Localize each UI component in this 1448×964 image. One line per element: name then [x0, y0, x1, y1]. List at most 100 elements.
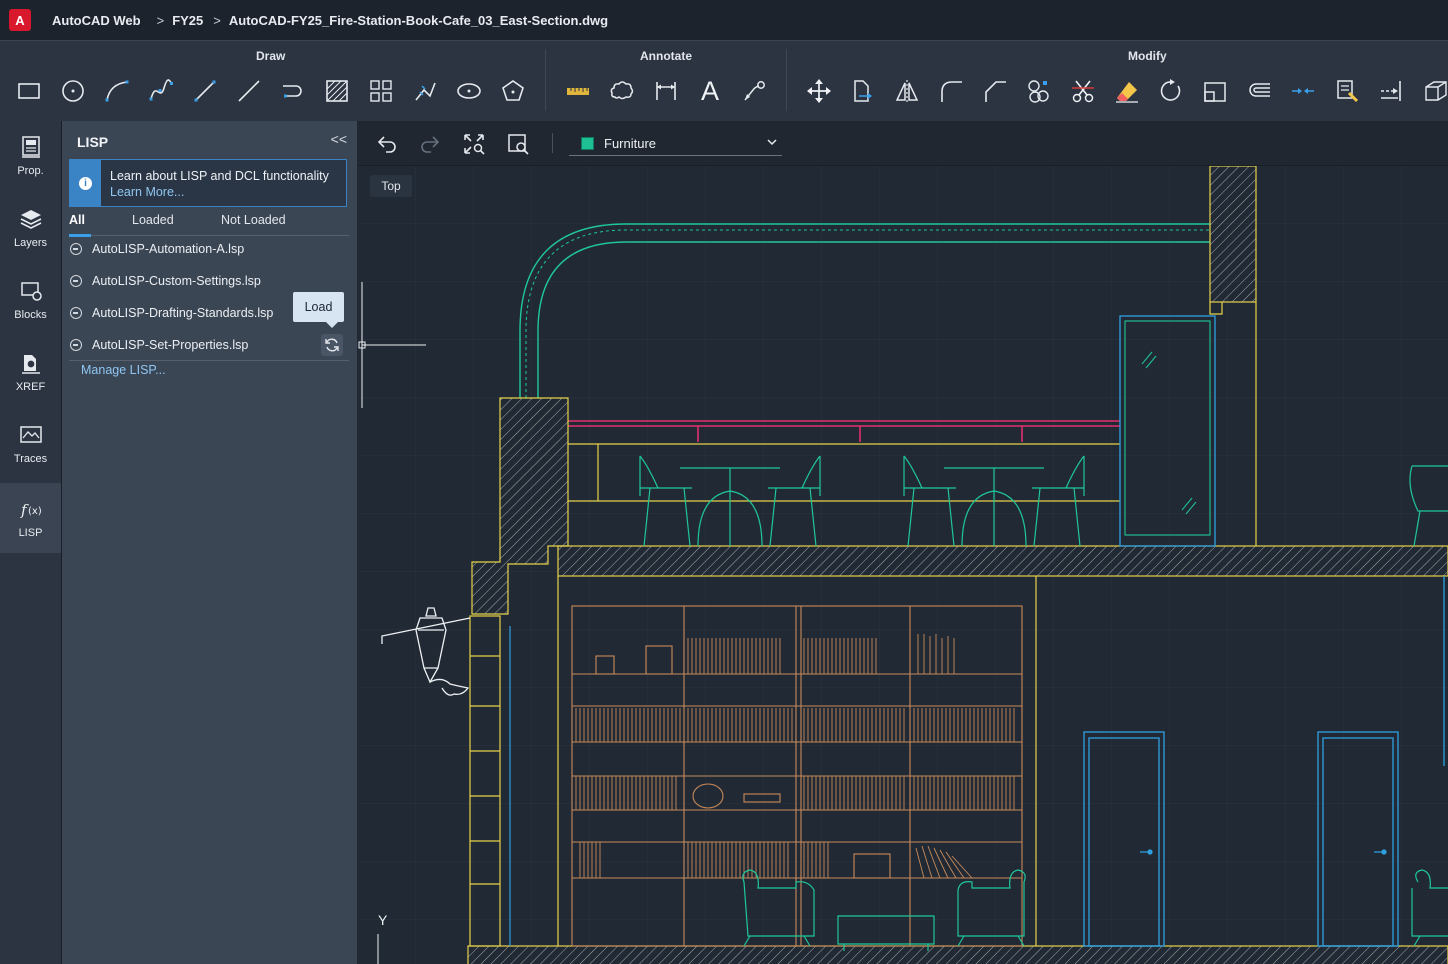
ribbon-divider — [545, 49, 546, 111]
undo-icon[interactable] — [374, 131, 400, 157]
xref-icon — [21, 355, 40, 374]
hatch-icon[interactable] — [323, 77, 351, 105]
list-item[interactable]: AutoLISP-Set-Properties.lsp — [69, 330, 349, 360]
scale-icon[interactable] — [1201, 77, 1229, 105]
spline-icon[interactable] — [147, 77, 175, 105]
properties-icon — [21, 136, 40, 158]
filter-tabs: All Loaded Not Loaded — [69, 213, 349, 237]
floor-slab — [557, 545, 1448, 577]
current-layer-name: Furniture — [604, 135, 657, 151]
text-icon[interactable]: A — [696, 76, 724, 106]
load-tooltip: Load — [293, 292, 344, 328]
copy-icon[interactable] — [849, 77, 877, 105]
info-banner: i Learn about LISP and DCL functionality… — [69, 159, 347, 207]
sidebar-item-xref[interactable]: XREF — [0, 337, 61, 407]
zoom-extents-icon[interactable] — [461, 131, 487, 157]
learn-more-link[interactable]: Learn More... — [110, 184, 329, 200]
dimension-icon[interactable] — [652, 77, 680, 105]
layer-color-swatch — [581, 136, 594, 150]
sidebar-item-traces[interactable]: Traces — [0, 409, 61, 479]
breadcrumb-folder[interactable]: FY25 — [172, 13, 203, 28]
measure-icon[interactable] — [564, 77, 592, 105]
move-icon[interactable] — [805, 77, 833, 105]
extend-icon[interactable] — [1377, 77, 1405, 105]
toolbar-divider — [552, 133, 553, 153]
tab-all[interactable]: All — [69, 213, 85, 227]
polyline-icon[interactable] — [235, 77, 263, 105]
traces-icon — [19, 426, 42, 443]
array-icon[interactable] — [367, 77, 395, 105]
hatched-column-top — [1209, 166, 1257, 303]
lisp-panel: LISP << i Learn about LISP and DCL funct… — [62, 121, 357, 964]
lisp-file-name: AutoLISP-Custom-Settings.lsp — [92, 274, 261, 288]
revision-cloud-icon[interactable] — [608, 77, 636, 105]
sidebar-item-label: Blocks — [14, 309, 47, 321]
offset-icon[interactable] — [1245, 77, 1273, 105]
breadcrumb-app[interactable]: AutoCAD Web — [52, 13, 141, 28]
line-icon[interactable] — [191, 77, 219, 105]
unloaded-status-icon — [70, 243, 82, 255]
ribbon-group-draw: Draw — [256, 49, 286, 63]
view-cube-label[interactable]: Top — [370, 175, 412, 197]
sidebar-item-blocks[interactable]: Blocks — [0, 265, 61, 335]
reload-icon — [325, 338, 339, 352]
mirror-icon[interactable] — [893, 77, 921, 105]
rotate-icon[interactable] — [1157, 77, 1185, 105]
ribbon-group-modify: Modify — [1128, 49, 1167, 63]
panel-title: LISP — [77, 134, 109, 150]
info-text: Learn about LISP and DCL functionality — [110, 169, 329, 183]
list-item[interactable]: AutoLISP-Automation-A.lsp — [69, 234, 349, 264]
join-icon[interactable] — [1025, 77, 1053, 105]
lisp-file-name: AutoLISP-Automation-A.lsp — [92, 242, 245, 256]
canvas-toolbar: Furniture — [358, 121, 1448, 166]
breadcrumb-separator-icon: > — [213, 12, 221, 28]
ground-slab — [467, 945, 1448, 964]
cad-drawing — [358, 166, 1448, 964]
collapse-panel-icon[interactable]: << — [331, 131, 347, 147]
redo-icon[interactable] — [417, 131, 443, 157]
sidebar-item-layers[interactable]: Layers — [0, 193, 61, 263]
breadcrumb-separator-icon: > — [156, 12, 165, 28]
rectangle-icon[interactable] — [15, 77, 43, 105]
layer-dropdown[interactable]: Furniture — [569, 131, 782, 156]
unloaded-status-icon — [70, 275, 82, 287]
polygon-icon[interactable] — [499, 77, 527, 105]
polyline-arc-icon[interactable] — [279, 77, 307, 105]
lisp-icon: f (x) — [20, 501, 42, 519]
svg-text:(x): (x) — [28, 506, 42, 517]
3d-box-icon[interactable] — [1421, 77, 1448, 105]
lisp-file-name: AutoLISP-Drafting-Standards.lsp — [92, 306, 274, 320]
zoom-window-icon[interactable] — [505, 131, 531, 157]
leader-icon[interactable] — [740, 77, 768, 105]
load-button[interactable] — [321, 334, 343, 356]
chamfer-icon[interactable] — [981, 77, 1009, 105]
ribbon: Draw Annotate Modify A — [0, 40, 1448, 122]
tab-not-loaded[interactable]: Not Loaded — [221, 213, 286, 227]
unloaded-status-icon — [70, 307, 82, 319]
info-icon: i — [70, 160, 101, 206]
fillet-icon[interactable] — [937, 77, 965, 105]
ucs-y-axis-label: Y — [378, 912, 388, 928]
ribbon-group-annotate: Annotate — [640, 49, 692, 63]
circle-icon[interactable] — [59, 77, 87, 105]
sidebar-item-lisp[interactable]: f (x) LISP — [0, 483, 61, 553]
sidebar-item-label: Layers — [13, 237, 48, 249]
sidebar-item-label: Prop. — [17, 165, 44, 177]
autocad-logo-icon[interactable]: A — [9, 9, 31, 31]
layers-icon — [20, 210, 41, 229]
ellipse-icon[interactable] — [455, 77, 483, 105]
polyline-edit-icon[interactable] — [411, 77, 439, 105]
list-divider — [69, 360, 349, 361]
match-properties-icon[interactable] — [1333, 77, 1361, 105]
trim-icon[interactable] — [1069, 77, 1097, 105]
drawing-canvas[interactable]: Top Y — [358, 166, 1448, 964]
break-icon[interactable] — [1289, 77, 1317, 105]
erase-icon[interactable] — [1113, 77, 1141, 105]
sidebar-item-properties[interactable]: Prop. — [0, 121, 61, 191]
breadcrumb-file: AutoCAD-FY25_Fire-Station-Book-Cafe_03_E… — [228, 12, 609, 28]
arc-icon[interactable] — [103, 77, 131, 105]
tab-loaded[interactable]: Loaded — [132, 213, 174, 227]
sidebar-item-label: XREF — [15, 381, 46, 393]
blocks-icon — [20, 282, 42, 301]
manage-lisp-link[interactable]: Manage LISP... — [81, 363, 166, 377]
